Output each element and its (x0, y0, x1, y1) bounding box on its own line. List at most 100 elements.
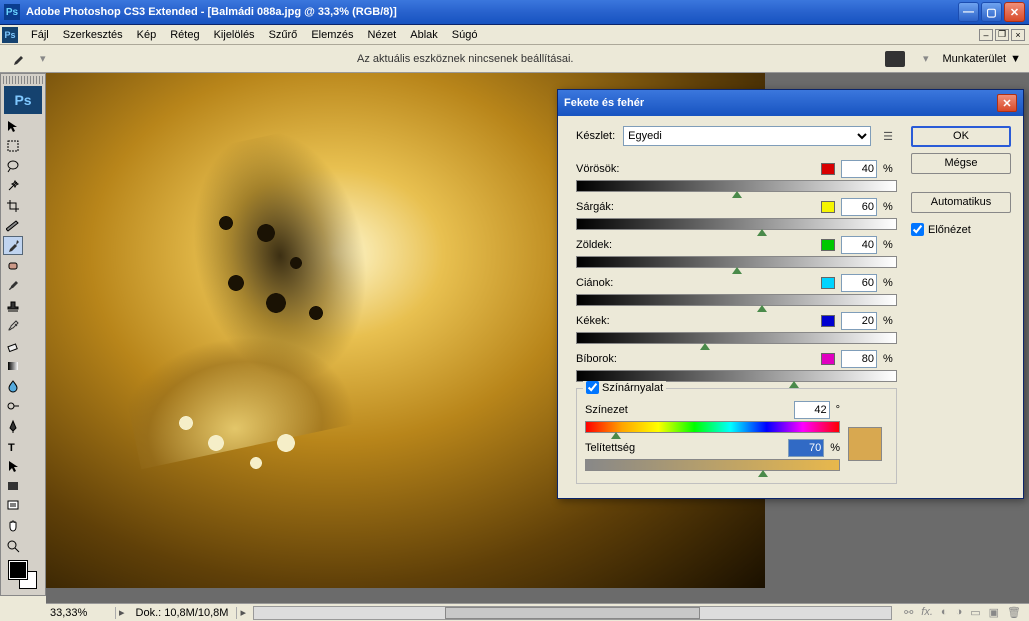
percent-label: % (883, 353, 897, 365)
window-titlebar: Ps Adobe Photoshop CS3 Extended - [Balmá… (0, 0, 1029, 25)
saturation-input[interactable] (788, 439, 824, 457)
tool-notes[interactable] (3, 496, 23, 515)
tool-heal[interactable] (3, 256, 23, 275)
tool-move[interactable] (3, 116, 23, 135)
current-tool-icon[interactable] (8, 49, 28, 69)
toolbox-grip[interactable] (3, 76, 43, 84)
tint-color-swatch[interactable] (848, 427, 882, 461)
chevron-right-icon[interactable]: ▸ (237, 606, 249, 619)
percent-label: % (883, 239, 897, 251)
folder-icon[interactable]: ▭ (970, 606, 980, 619)
svg-text:T: T (8, 442, 15, 453)
hue-slider[interactable] (585, 421, 840, 433)
adjustment-icon[interactable]: ◑ (956, 606, 963, 619)
channel-slider[interactable] (576, 294, 897, 306)
channel-3: Ciánok:% (576, 274, 897, 306)
percent-label: % (883, 277, 897, 289)
hue-label: Színezet (585, 404, 655, 416)
tint-checkbox[interactable] (586, 381, 599, 394)
cancel-button[interactable]: Mégse (911, 153, 1011, 174)
zoom-field[interactable]: 33,33% (46, 607, 116, 619)
close-button[interactable]: ✕ (1004, 2, 1025, 22)
doc-restore-button[interactable]: ❐ (995, 29, 1009, 41)
menu-bar: Ps Fájl Szerkesztés Kép Réteg Kijelölés … (0, 25, 1029, 45)
mask-icon[interactable]: ◐ (941, 606, 948, 619)
menu-view[interactable]: Nézet (361, 27, 404, 43)
tool-brush[interactable] (3, 276, 23, 295)
saturation-unit: % (830, 442, 840, 454)
fx-icon[interactable]: fx. (921, 606, 933, 619)
channel-value-input[interactable] (841, 198, 877, 216)
minimize-button[interactable]: — (958, 2, 979, 22)
channel-value-input[interactable] (841, 312, 877, 330)
tool-eraser[interactable] (3, 336, 23, 355)
workspace-picker[interactable]: Munkaterület ▼ (943, 53, 1021, 65)
tool-slice[interactable] (3, 216, 23, 235)
preset-select[interactable]: Egyedi (623, 126, 871, 146)
channel-value-input[interactable] (841, 160, 877, 178)
dialog-close-button[interactable]: ✕ (997, 94, 1017, 112)
dialog-titlebar[interactable]: Fekete és fehér ✕ (558, 90, 1023, 116)
trash-icon[interactable]: 🗑 (1007, 606, 1021, 619)
hue-unit: ° (836, 404, 840, 416)
ok-button[interactable]: OK (911, 126, 1011, 147)
ps-logo-icon: Ps (4, 86, 42, 114)
tool-blur[interactable] (3, 376, 23, 395)
doc-minimize-button[interactable]: – (979, 29, 993, 41)
channel-label: Bíborok: (576, 353, 815, 365)
hue-input[interactable] (794, 401, 830, 419)
tool-stamp[interactable] (3, 296, 23, 315)
menu-window[interactable]: Ablak (403, 27, 445, 43)
saturation-slider[interactable] (585, 459, 840, 471)
channel-slider[interactable] (576, 256, 897, 268)
tool-eyedropper[interactable] (3, 236, 23, 255)
tool-history-brush[interactable] (3, 316, 23, 335)
menu-edit[interactable]: Szerkesztés (56, 27, 130, 43)
channel-1: Sárgák:% (576, 198, 897, 230)
channel-value-input[interactable] (841, 350, 877, 368)
menu-image[interactable]: Kép (130, 27, 164, 43)
tool-path-select[interactable] (3, 456, 23, 475)
tool-gradient[interactable] (3, 356, 23, 375)
tool-dodge[interactable] (3, 396, 23, 415)
channel-value-input[interactable] (841, 236, 877, 254)
menu-analysis[interactable]: Elemzés (304, 27, 360, 43)
tool-zoom[interactable] (3, 536, 23, 555)
menu-filter[interactable]: Szűrő (262, 27, 305, 43)
channel-label: Zöldek: (576, 239, 815, 251)
tool-shape[interactable] (3, 476, 23, 495)
channel-slider[interactable] (576, 180, 897, 192)
status-bar: 33,33% ▸ Dok.: 10,8M/10,8M ▸ ⚯ fx. ◐ ◑ ▭… (46, 603, 1029, 621)
channel-value-input[interactable] (841, 274, 877, 292)
color-swatches[interactable] (3, 559, 43, 593)
channel-slider[interactable] (576, 218, 897, 230)
workspace-label: Munkaterület (943, 53, 1007, 65)
menu-help[interactable]: Súgó (445, 27, 485, 43)
channel-swatch (821, 353, 835, 365)
menu-layer[interactable]: Réteg (163, 27, 206, 43)
dialog-title: Fekete és fehér (564, 97, 997, 109)
tool-hand[interactable] (3, 516, 23, 535)
menu-file[interactable]: Fájl (24, 27, 56, 43)
tool-marquee[interactable] (3, 136, 23, 155)
new-layer-icon[interactable]: ▣ (989, 606, 999, 619)
horizontal-scrollbar[interactable] (253, 606, 892, 620)
bridge-icon[interactable] (885, 51, 905, 67)
chevron-right-icon[interactable]: ▸ (116, 606, 128, 619)
maximize-button[interactable]: ▢ (981, 2, 1002, 22)
tool-type[interactable]: T (3, 436, 23, 455)
tool-crop[interactable] (3, 196, 23, 215)
link-icon[interactable]: ⚯ (904, 606, 913, 619)
tool-magic-wand[interactable] (3, 176, 23, 195)
channel-slider[interactable] (576, 332, 897, 344)
saturation-label: Telítettség (585, 442, 655, 454)
tool-lasso[interactable] (3, 156, 23, 175)
auto-button[interactable]: Automatikus (911, 192, 1011, 213)
doc-close-button[interactable]: × (1011, 29, 1025, 41)
preview-checkbox[interactable] (911, 223, 924, 236)
preset-menu-icon[interactable]: ☰ (879, 130, 897, 143)
channel-4: Kékek:% (576, 312, 897, 344)
menu-select[interactable]: Kijelölés (207, 27, 262, 43)
tool-pen[interactable] (3, 416, 23, 435)
foreground-swatch[interactable] (9, 561, 27, 579)
